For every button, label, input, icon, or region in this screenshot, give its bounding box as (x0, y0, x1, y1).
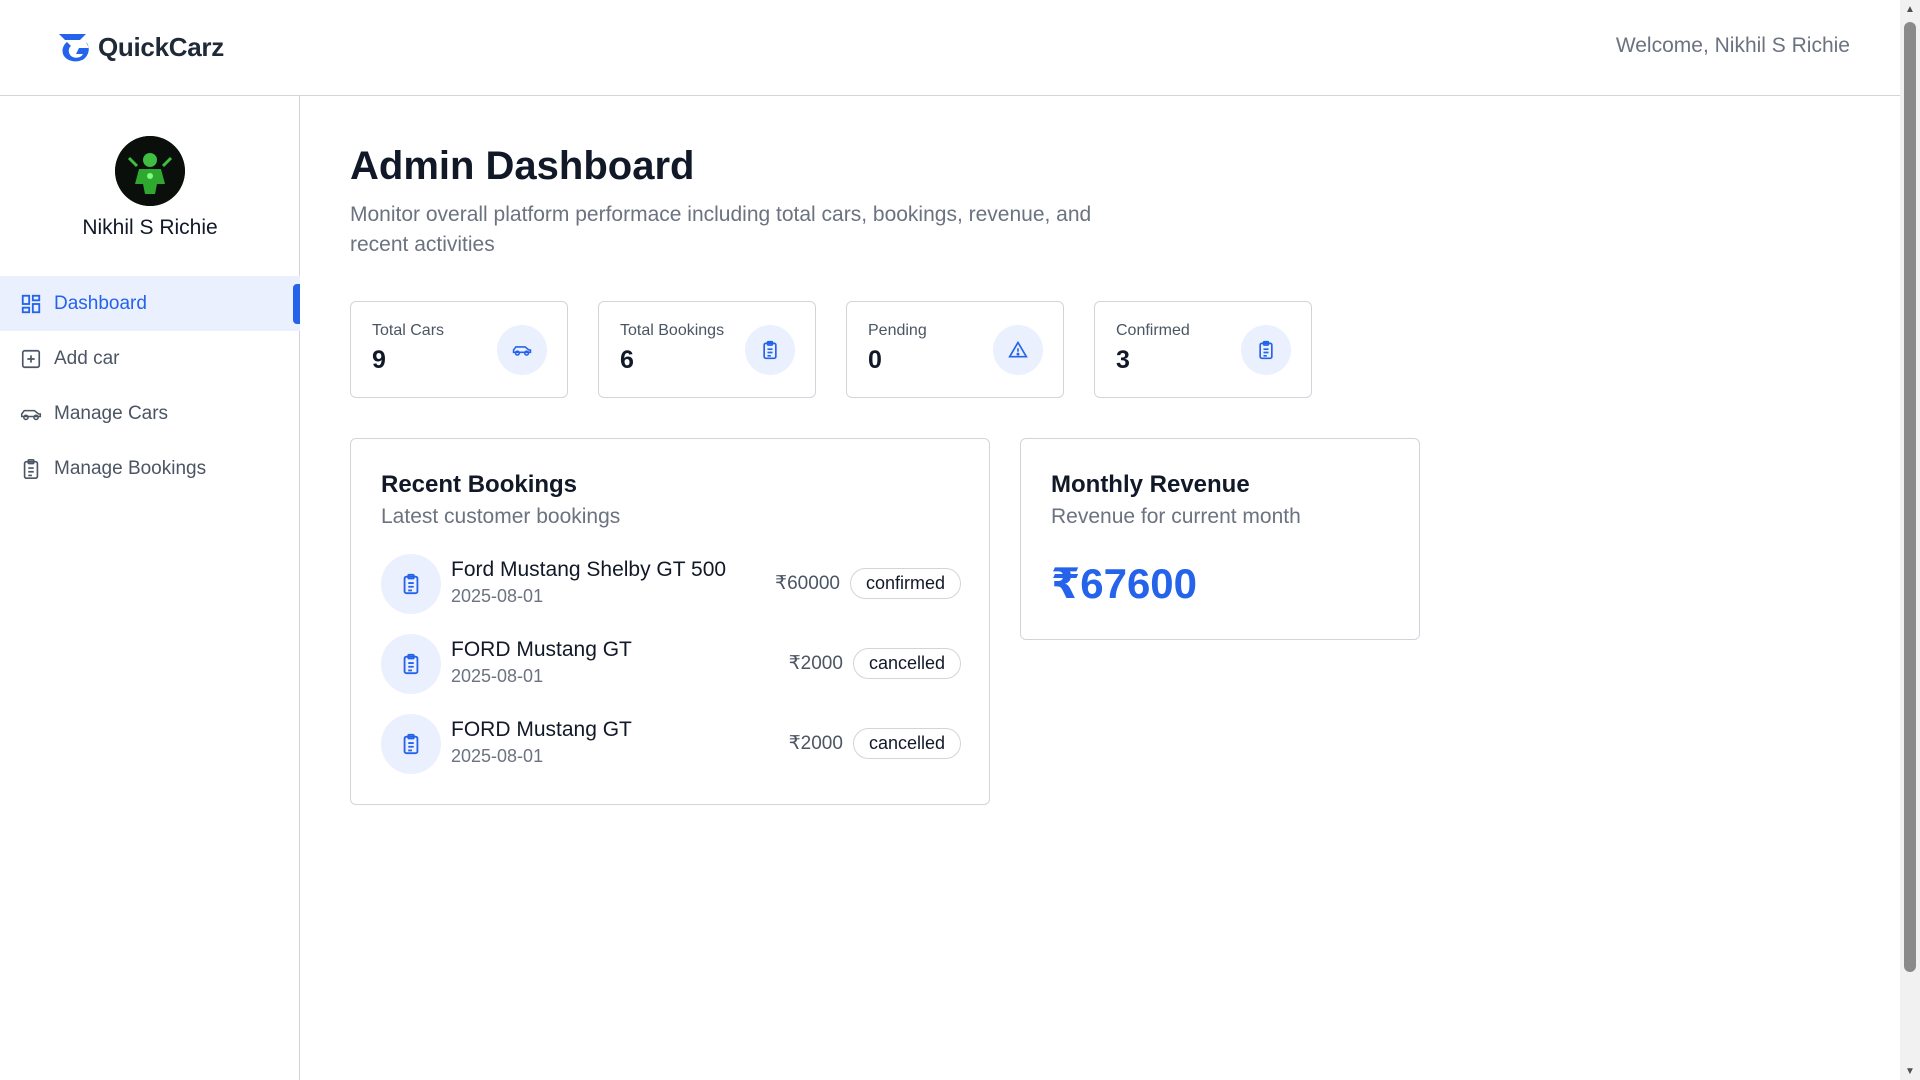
scroll-down-arrow-icon[interactable]: ▼ (1900, 1062, 1920, 1080)
booking-price: ₹2000 (788, 653, 843, 674)
sidebar-item-add-car[interactable]: Add car (0, 331, 300, 386)
stat-label: Pending (868, 322, 927, 339)
stats-row: Total Cars 9 Total Bookings 6 Pending 0 … (350, 301, 1312, 398)
stat-value: 3 (1116, 346, 1130, 374)
status-badge: confirmed (849, 568, 961, 599)
clipboard-icon (381, 634, 441, 694)
sidebar-nav: Dashboard Add car Manage Cars Manage Boo… (0, 276, 300, 496)
card-title: Recent Bookings (381, 471, 578, 498)
booking-date: 2025-08-01 (451, 586, 544, 606)
booking-meta: ₹2000 cancelled (789, 728, 961, 759)
logo-icon (59, 34, 89, 62)
welcome-message: Welcome, Nikhil S Richie (1615, 34, 1850, 57)
booking-price: ₹60000 (775, 573, 840, 594)
clipboard-icon (1241, 325, 1291, 375)
revenue-amount: ₹67600 (1051, 560, 1198, 607)
stat-value: 0 (868, 346, 882, 374)
booking-list: Ford Mustang Shelby GT 500 2025-08-01 ₹6… (381, 554, 961, 794)
clipboard-icon (381, 714, 441, 774)
booking-date: 2025-08-01 (451, 666, 544, 686)
page-title: Admin Dashboard (350, 144, 695, 188)
add-square-icon (20, 348, 42, 370)
booking-price: ₹2000 (788, 733, 843, 754)
logo-text: QuickCarz (98, 31, 224, 62)
stat-value: 6 (620, 346, 634, 374)
booking-meta: ₹2000 cancelled (789, 648, 961, 679)
warning-icon (993, 325, 1043, 375)
sidebar-item-dashboard[interactable]: Dashboard (0, 276, 300, 331)
clipboard-icon (20, 458, 42, 480)
sidebar-item-label: Dashboard (54, 292, 147, 314)
scroll-up-arrow-icon[interactable]: ▲ (1900, 0, 1920, 18)
booking-car-name: Ford Mustang Shelby GT 500 (451, 558, 727, 581)
sidebar: Nikhil S Richie Dashboard Add car Manage… (0, 96, 300, 1080)
recent-bookings-card: Recent Bookings Latest customer bookings… (350, 438, 990, 805)
clipboard-icon (745, 325, 795, 375)
sidebar-user-name: Nikhil S Richie (82, 216, 218, 239)
car-icon (497, 325, 547, 375)
booking-meta: ₹60000 confirmed (775, 568, 961, 599)
sidebar-item-label: Manage Bookings (54, 457, 207, 479)
monthly-revenue-card: Monthly Revenue Revenue for current mont… (1020, 438, 1420, 640)
stat-label: Confirmed (1116, 322, 1190, 339)
card-title: Monthly Revenue (1051, 471, 1250, 498)
avatar-image (115, 136, 185, 206)
clipboard-icon (381, 554, 441, 614)
top-navbar: QuickCarz Welcome, Nikhil S Richie (0, 0, 1900, 96)
list-item[interactable]: FORD Mustang GT 2025-08-01 ₹2000 cancell… (381, 634, 961, 714)
stat-label: Total Bookings (620, 322, 725, 339)
card-subtitle: Revenue for current month (1051, 505, 1301, 528)
sidebar-item-label: Add car (54, 347, 120, 369)
stat-card-total-bookings: Total Bookings 6 (598, 301, 816, 398)
logo[interactable]: QuickCarz (56, 30, 224, 64)
booking-car-name: FORD Mustang GT (451, 638, 632, 661)
car-icon (20, 403, 42, 425)
stat-value: 9 (372, 346, 386, 374)
sidebar-item-label: Manage Cars (54, 402, 169, 424)
card-subtitle: Latest customer bookings (381, 505, 621, 528)
stat-card-total-cars: Total Cars 9 (350, 301, 568, 398)
scrollbar-thumb[interactable] (1904, 22, 1916, 972)
sidebar-item-manage-bookings[interactable]: Manage Bookings (0, 441, 300, 496)
booking-car-name: FORD Mustang GT (451, 718, 632, 741)
stat-card-confirmed: Confirmed 3 (1094, 301, 1312, 398)
stat-card-pending: Pending 0 (846, 301, 1064, 398)
booking-date: 2025-08-01 (451, 746, 544, 766)
page-subtitle: Monitor overall platform performace incl… (350, 203, 1092, 256)
status-badge: cancelled (852, 728, 961, 759)
status-badge: cancelled (852, 648, 961, 679)
avatar[interactable] (115, 136, 185, 206)
dashboard-icon (20, 293, 42, 315)
list-item[interactable]: Ford Mustang Shelby GT 500 2025-08-01 ₹6… (381, 554, 961, 634)
app-page: QuickCarz Welcome, Nikhil S Richie Nikhi… (0, 0, 1920, 1080)
list-item[interactable]: FORD Mustang GT 2025-08-01 ₹2000 cancell… (381, 714, 961, 794)
page-scrollbar[interactable]: ▲ ▼ (1900, 0, 1920, 1080)
sidebar-item-manage-cars[interactable]: Manage Cars (0, 386, 300, 441)
stat-label: Total Cars (372, 322, 445, 339)
